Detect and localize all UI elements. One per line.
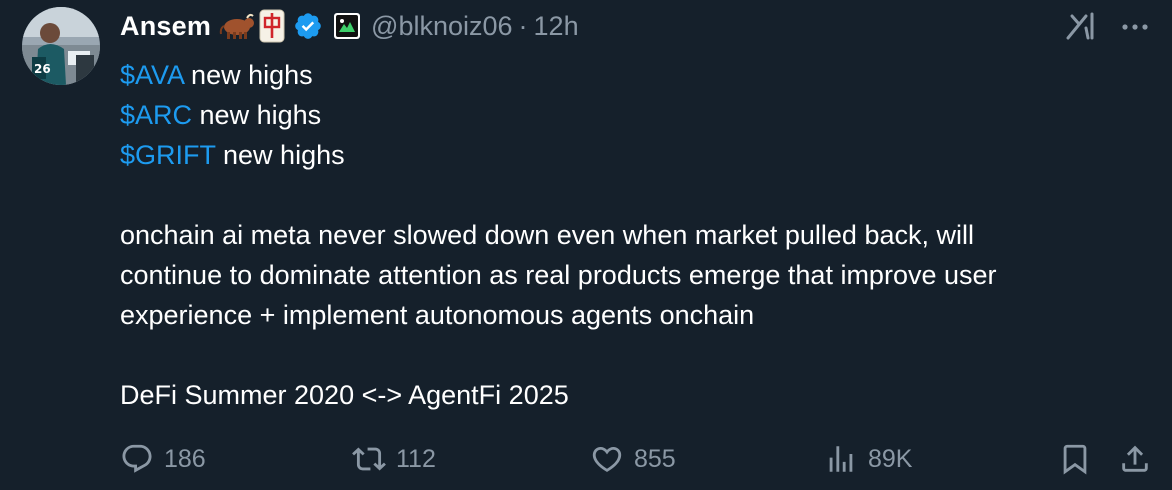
mahjong-red-dragon-icon [259,9,285,43]
bookmark-icon [1063,444,1087,475]
author-name[interactable]: Ansem [120,11,211,42]
author-handle[interactable]: @blknoiz06 [371,11,513,42]
separator-dot: · [518,10,528,41]
reply-count: 186 [164,444,206,473]
cashtag-link[interactable]: $GRIFT [120,140,216,170]
cashtag-link[interactable]: $ARC [120,100,192,130]
closing-line: DeFi Summer 2020 <-> AgentFi 2025 [120,380,569,410]
tweet-actions: 186 112 855 89K [0,436,1172,482]
line-text: new highs [183,60,313,90]
cashtag-link[interactable]: $AVA [120,60,184,90]
paragraph-line: experience + implement autonomous agents… [120,300,755,330]
reply-button[interactable]: 186 [120,436,206,482]
like-icon [592,446,622,472]
verified-badge-icon[interactable] [293,11,323,41]
repost-button[interactable]: 112 [352,436,436,482]
author-avatar[interactable]: 26 [22,7,100,85]
paragraph-line: onchain ai meta never slowed down even w… [120,220,974,250]
svg-text:26: 26 [34,62,51,76]
share-icon [1122,445,1148,472]
views-count: 89K [868,444,913,473]
cashtag-line: $GRIFT new highs [120,135,1150,175]
like-button[interactable]: 855 [590,436,676,482]
repost-count: 112 [396,444,436,473]
paragraph-line: continue to dominate attention as real p… [120,260,997,290]
line-text: new highs [192,100,322,130]
share-button[interactable] [1118,436,1162,482]
views-icon [829,446,853,472]
views-button[interactable]: 89K [824,436,912,482]
ox-emoji-icon [219,12,255,40]
tweet-text: $AVA new highs $ARC new highs $GRIFT new… [120,55,1150,415]
tweet-header: Ansem @blknoiz06 · 12h [120,4,579,48]
line-text: new highs [215,140,345,170]
repost-icon [352,447,386,471]
affiliate-badge-icon[interactable] [333,12,361,40]
more-icon[interactable] [1118,12,1152,42]
timestamp[interactable]: 12h [534,11,579,42]
cashtag-line: $AVA new highs [120,55,1150,95]
like-count: 855 [634,444,676,473]
grok-icon[interactable] [1064,10,1104,42]
reply-icon [122,444,152,473]
cashtag-line: $ARC new highs [120,95,1150,135]
bookmark-button[interactable] [1058,436,1102,482]
